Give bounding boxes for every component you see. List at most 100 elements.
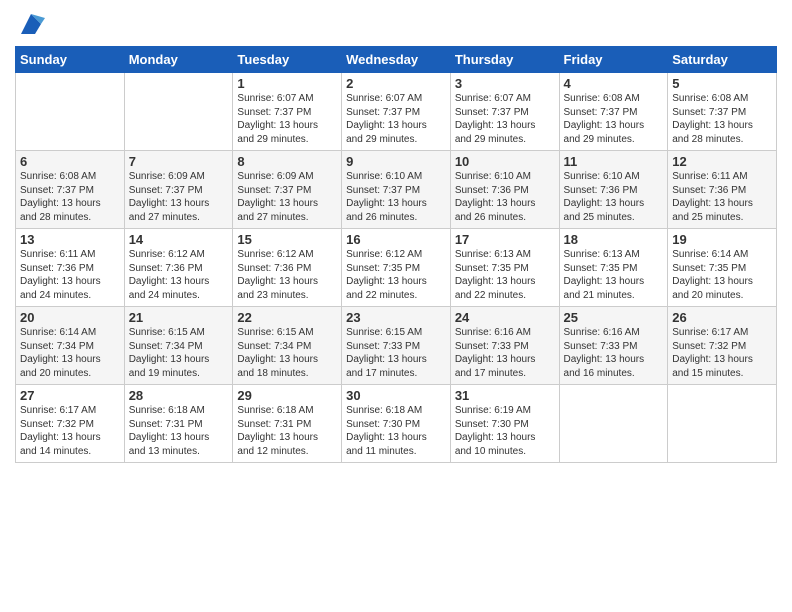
day-cell: 12Sunrise: 6:11 AMSunset: 7:36 PMDayligh…	[668, 151, 777, 229]
day-info: Sunrise: 6:17 AMSunset: 7:32 PMDaylight:…	[20, 404, 120, 458]
day-number: 1	[237, 76, 337, 91]
day-cell: 16Sunrise: 6:12 AMSunset: 7:35 PMDayligh…	[342, 229, 451, 307]
day-info: Sunrise: 6:08 AMSunset: 7:37 PMDaylight:…	[672, 92, 772, 146]
day-cell: 25Sunrise: 6:16 AMSunset: 7:33 PMDayligh…	[559, 307, 668, 385]
day-cell	[668, 385, 777, 463]
day-info: Sunrise: 6:12 AMSunset: 7:36 PMDaylight:…	[129, 248, 229, 302]
day-info: Sunrise: 6:18 AMSunset: 7:31 PMDaylight:…	[129, 404, 229, 458]
day-info: Sunrise: 6:11 AMSunset: 7:36 PMDaylight:…	[20, 248, 120, 302]
day-cell: 8Sunrise: 6:09 AMSunset: 7:37 PMDaylight…	[233, 151, 342, 229]
header	[15, 10, 777, 38]
header-tuesday: Tuesday	[233, 47, 342, 73]
day-cell: 24Sunrise: 6:16 AMSunset: 7:33 PMDayligh…	[450, 307, 559, 385]
day-info: Sunrise: 6:15 AMSunset: 7:34 PMDaylight:…	[237, 326, 337, 380]
day-number: 24	[455, 310, 555, 325]
day-number: 23	[346, 310, 446, 325]
day-info: Sunrise: 6:18 AMSunset: 7:30 PMDaylight:…	[346, 404, 446, 458]
day-info: Sunrise: 6:13 AMSunset: 7:35 PMDaylight:…	[455, 248, 555, 302]
header-saturday: Saturday	[668, 47, 777, 73]
day-number: 6	[20, 154, 120, 169]
day-number: 20	[20, 310, 120, 325]
day-cell: 5Sunrise: 6:08 AMSunset: 7:37 PMDaylight…	[668, 73, 777, 151]
day-info: Sunrise: 6:08 AMSunset: 7:37 PMDaylight:…	[564, 92, 664, 146]
day-number: 19	[672, 232, 772, 247]
day-cell: 13Sunrise: 6:11 AMSunset: 7:36 PMDayligh…	[16, 229, 125, 307]
day-cell	[16, 73, 125, 151]
day-info: Sunrise: 6:10 AMSunset: 7:36 PMDaylight:…	[455, 170, 555, 224]
day-info: Sunrise: 6:13 AMSunset: 7:35 PMDaylight:…	[564, 248, 664, 302]
day-cell: 7Sunrise: 6:09 AMSunset: 7:37 PMDaylight…	[124, 151, 233, 229]
header-friday: Friday	[559, 47, 668, 73]
day-number: 17	[455, 232, 555, 247]
calendar-table: SundayMondayTuesdayWednesdayThursdayFrid…	[15, 46, 777, 463]
day-cell: 18Sunrise: 6:13 AMSunset: 7:35 PMDayligh…	[559, 229, 668, 307]
header-wednesday: Wednesday	[342, 47, 451, 73]
day-number: 22	[237, 310, 337, 325]
day-number: 5	[672, 76, 772, 91]
day-cell: 10Sunrise: 6:10 AMSunset: 7:36 PMDayligh…	[450, 151, 559, 229]
week-row-4: 20Sunrise: 6:14 AMSunset: 7:34 PMDayligh…	[16, 307, 777, 385]
day-cell: 4Sunrise: 6:08 AMSunset: 7:37 PMDaylight…	[559, 73, 668, 151]
week-row-5: 27Sunrise: 6:17 AMSunset: 7:32 PMDayligh…	[16, 385, 777, 463]
day-number: 14	[129, 232, 229, 247]
day-cell: 20Sunrise: 6:14 AMSunset: 7:34 PMDayligh…	[16, 307, 125, 385]
day-info: Sunrise: 6:16 AMSunset: 7:33 PMDaylight:…	[455, 326, 555, 380]
day-number: 21	[129, 310, 229, 325]
day-info: Sunrise: 6:10 AMSunset: 7:36 PMDaylight:…	[564, 170, 664, 224]
day-number: 11	[564, 154, 664, 169]
day-cell: 1Sunrise: 6:07 AMSunset: 7:37 PMDaylight…	[233, 73, 342, 151]
day-info: Sunrise: 6:19 AMSunset: 7:30 PMDaylight:…	[455, 404, 555, 458]
logo	[15, 10, 45, 38]
day-number: 7	[129, 154, 229, 169]
day-cell: 11Sunrise: 6:10 AMSunset: 7:36 PMDayligh…	[559, 151, 668, 229]
day-info: Sunrise: 6:09 AMSunset: 7:37 PMDaylight:…	[237, 170, 337, 224]
day-number: 13	[20, 232, 120, 247]
day-number: 16	[346, 232, 446, 247]
page: SundayMondayTuesdayWednesdayThursdayFrid…	[0, 0, 792, 612]
day-cell: 2Sunrise: 6:07 AMSunset: 7:37 PMDaylight…	[342, 73, 451, 151]
week-row-3: 13Sunrise: 6:11 AMSunset: 7:36 PMDayligh…	[16, 229, 777, 307]
day-cell: 30Sunrise: 6:18 AMSunset: 7:30 PMDayligh…	[342, 385, 451, 463]
day-info: Sunrise: 6:14 AMSunset: 7:34 PMDaylight:…	[20, 326, 120, 380]
calendar-header-row: SundayMondayTuesdayWednesdayThursdayFrid…	[16, 47, 777, 73]
day-number: 31	[455, 388, 555, 403]
day-number: 30	[346, 388, 446, 403]
logo-icon	[17, 10, 45, 38]
header-thursday: Thursday	[450, 47, 559, 73]
day-cell: 17Sunrise: 6:13 AMSunset: 7:35 PMDayligh…	[450, 229, 559, 307]
day-number: 27	[20, 388, 120, 403]
day-cell: 31Sunrise: 6:19 AMSunset: 7:30 PMDayligh…	[450, 385, 559, 463]
day-number: 15	[237, 232, 337, 247]
day-cell: 29Sunrise: 6:18 AMSunset: 7:31 PMDayligh…	[233, 385, 342, 463]
day-info: Sunrise: 6:12 AMSunset: 7:35 PMDaylight:…	[346, 248, 446, 302]
day-info: Sunrise: 6:14 AMSunset: 7:35 PMDaylight:…	[672, 248, 772, 302]
day-cell: 27Sunrise: 6:17 AMSunset: 7:32 PMDayligh…	[16, 385, 125, 463]
day-info: Sunrise: 6:07 AMSunset: 7:37 PMDaylight:…	[455, 92, 555, 146]
day-number: 8	[237, 154, 337, 169]
day-info: Sunrise: 6:17 AMSunset: 7:32 PMDaylight:…	[672, 326, 772, 380]
day-number: 29	[237, 388, 337, 403]
day-number: 9	[346, 154, 446, 169]
day-number: 2	[346, 76, 446, 91]
day-cell: 14Sunrise: 6:12 AMSunset: 7:36 PMDayligh…	[124, 229, 233, 307]
day-info: Sunrise: 6:15 AMSunset: 7:34 PMDaylight:…	[129, 326, 229, 380]
day-cell: 9Sunrise: 6:10 AMSunset: 7:37 PMDaylight…	[342, 151, 451, 229]
header-sunday: Sunday	[16, 47, 125, 73]
day-number: 3	[455, 76, 555, 91]
day-cell: 6Sunrise: 6:08 AMSunset: 7:37 PMDaylight…	[16, 151, 125, 229]
day-number: 18	[564, 232, 664, 247]
day-number: 28	[129, 388, 229, 403]
day-cell: 22Sunrise: 6:15 AMSunset: 7:34 PMDayligh…	[233, 307, 342, 385]
day-cell: 23Sunrise: 6:15 AMSunset: 7:33 PMDayligh…	[342, 307, 451, 385]
day-number: 12	[672, 154, 772, 169]
day-number: 10	[455, 154, 555, 169]
day-cell: 3Sunrise: 6:07 AMSunset: 7:37 PMDaylight…	[450, 73, 559, 151]
week-row-1: 1 Sunrise: 6:07 AMSunset: 7:37 PMDaylight…	[16, 73, 777, 151]
day-info: Sunrise: 6:15 AMSunset: 7:33 PMDaylight:…	[346, 326, 446, 380]
week-row-2: 6Sunrise: 6:08 AMSunset: 7:37 PMDaylight…	[16, 151, 777, 229]
day-cell: 19Sunrise: 6:14 AMSunset: 7:35 PMDayligh…	[668, 229, 777, 307]
day-number: 25	[564, 310, 664, 325]
day-info: Sunrise: 6:09 AMSunset: 7:37 PMDaylight:…	[129, 170, 229, 224]
day-info: Sunrise: 6:11 AMSunset: 7:36 PMDaylight:…	[672, 170, 772, 224]
day-info: Sunrise: 6:10 AMSunset: 7:37 PMDaylight:…	[346, 170, 446, 224]
